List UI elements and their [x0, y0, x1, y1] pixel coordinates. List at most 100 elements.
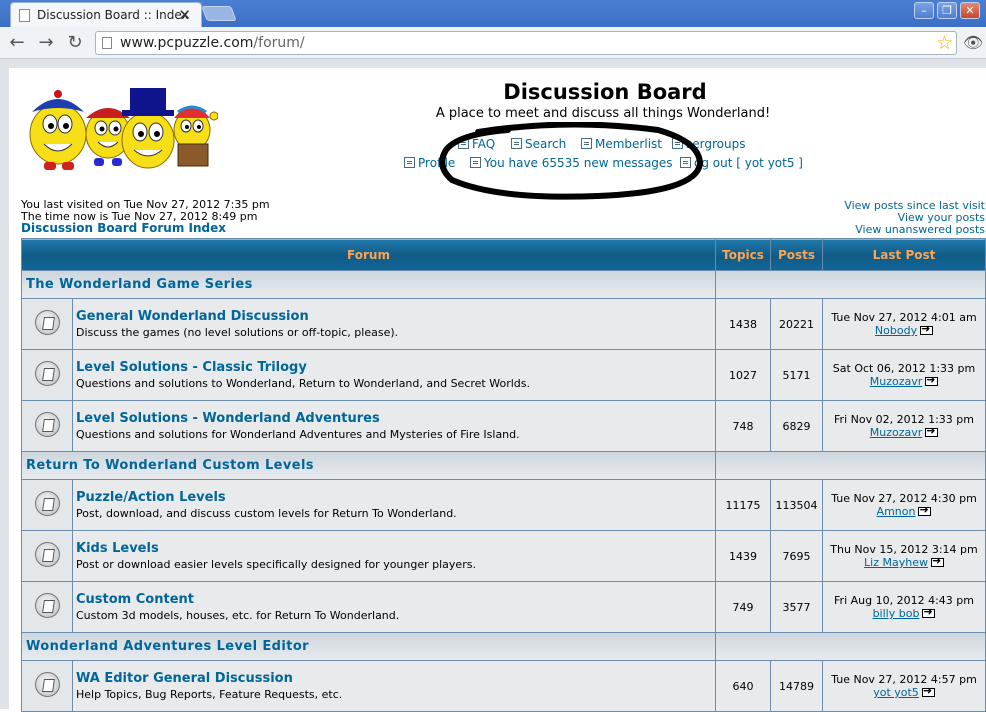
last-post-date: Fri Aug 10, 2012 4:43 pm — [834, 594, 974, 607]
last-post-user-link[interactable]: Amnon — [877, 505, 916, 518]
topics-count: 748 — [716, 401, 771, 451]
last-post-date: Tue Nov 27, 2012 4:57 pm — [831, 673, 977, 686]
forum-name-link[interactable]: WA Editor General Discussion — [76, 671, 712, 686]
topics-count: 11175 — [716, 480, 771, 530]
forum-table: Forum Topics Posts Last Post The Wonderl… — [21, 238, 986, 712]
forum-description: Post, download, and discuss custom level… — [76, 507, 457, 520]
goto-last-post-icon[interactable] — [920, 322, 934, 335]
last-post-cell: Fri Nov 02, 2012 1:33 pm Muzozavr — [823, 401, 986, 451]
forum-description: Post or download easier levels specifica… — [76, 558, 476, 571]
forum-info-cell: WA Editor General Discussion Help Topics… — [73, 661, 716, 711]
last-post-user-link[interactable]: Muzozavr — [870, 426, 923, 439]
forum-column-header: Forum — [22, 239, 716, 270]
category-row: The Wonderland Game Series — [22, 271, 986, 298]
last-post-cell: Tue Nov 27, 2012 4:30 pm Amnon — [823, 480, 986, 530]
posts-count: 14789 — [771, 661, 823, 711]
topics-count: 1439 — [716, 531, 771, 581]
forum-name-link[interactable]: General Wonderland Discussion — [76, 309, 712, 324]
category-filler — [716, 452, 986, 479]
goto-last-post-icon[interactable] — [925, 373, 939, 386]
site-title: Discussion Board — [503, 80, 707, 104]
last-post-user-link[interactable]: billy bob — [873, 607, 920, 620]
forum-status-cell — [22, 299, 72, 349]
profile-icon — [404, 157, 415, 168]
forum-description: Help Topics, Bug Reports, Feature Reques… — [76, 688, 343, 701]
posts-count: 5171 — [771, 350, 823, 400]
posts-count: 113504 — [771, 480, 823, 530]
table-header-row: Forum Topics Posts Last Post — [22, 239, 986, 270]
forum-status-cell — [22, 582, 72, 632]
last-post-cell: Tue Nov 27, 2012 4:01 am Nobody — [823, 299, 986, 349]
last-post-date: Tue Nov 27, 2012 4:01 am — [831, 311, 977, 324]
last-post-user-link[interactable]: Nobody — [875, 324, 917, 337]
forum-row: Level Solutions - Classic Trilogy Questi… — [22, 350, 986, 400]
forum-status-cell — [22, 480, 72, 530]
site-logo[interactable] — [20, 82, 218, 174]
forum-name-link[interactable]: Level Solutions - Classic Trilogy — [76, 360, 712, 375]
forum-info-cell: General Wonderland Discussion Discuss th… — [73, 299, 716, 349]
forum-folder-icon — [34, 310, 60, 335]
last-post-date: Tue Nov 27, 2012 4:30 pm — [831, 492, 977, 505]
forum-description: Questions and solutions to Wonderland, R… — [76, 377, 530, 390]
last-post-user-link[interactable]: Muzozavr — [870, 375, 923, 388]
last-post-date: Sat Oct 06, 2012 1:33 pm — [832, 362, 976, 375]
forum-row: Puzzle/Action Levels Post, download, and… — [22, 480, 986, 530]
topics-count: 640 — [716, 661, 771, 711]
posts-count: 3577 — [771, 582, 823, 632]
forum-description: Custom 3d models, houses, etc. for Retur… — [76, 609, 400, 622]
forum-folder-icon — [34, 412, 60, 437]
site-description: A place to meet and discuss all things W… — [435, 106, 771, 121]
view-unanswered-posts-link[interactable]: View unanswered posts — [855, 223, 985, 236]
forum-status-cell — [22, 531, 72, 581]
goto-last-post-icon[interactable] — [921, 684, 935, 697]
category-title-link[interactable]: Wonderland Adventures Level Editor — [23, 639, 309, 654]
topics-column-header: Topics — [716, 239, 771, 270]
goto-last-post-icon[interactable] — [918, 503, 932, 516]
last-post-user-link[interactable]: Liz Mayhew — [864, 556, 928, 569]
forum-name-link[interactable]: Custom Content — [76, 592, 712, 607]
last-post-date: Fri Nov 02, 2012 1:33 pm — [834, 413, 974, 426]
last-post-column-header: Last Post — [823, 239, 986, 270]
last-post-user-link[interactable]: yot yot5 — [873, 686, 919, 699]
forum-info-cell: Custom Content Custom 3d models, houses,… — [73, 582, 716, 632]
posts-count: 7695 — [771, 531, 823, 581]
last-post-cell: Tue Nov 27, 2012 4:57 pm yot yot5 — [823, 661, 986, 711]
posts-count: 6829 — [771, 401, 823, 451]
goto-last-post-icon[interactable] — [925, 424, 939, 437]
forum-folder-icon — [34, 491, 60, 516]
topics-count: 749 — [716, 582, 771, 632]
hand-drawn-circle — [439, 122, 704, 200]
forum-row: WA Editor General Discussion Help Topics… — [22, 661, 986, 711]
forum-folder-icon — [34, 361, 60, 386]
topics-count: 1438 — [716, 299, 771, 349]
category-filler — [716, 633, 986, 660]
goto-last-post-icon[interactable] — [930, 554, 944, 567]
forum-description: Discuss the games (no level solutions or… — [76, 326, 399, 339]
topics-count: 1027 — [716, 350, 771, 400]
last-post-cell: Thu Nov 15, 2012 3:14 pm Liz Mayhew — [823, 531, 986, 581]
last-post-cell: Sat Oct 06, 2012 1:33 pm Muzozavr — [823, 350, 986, 400]
forum-folder-icon — [34, 542, 60, 567]
forum-index-link[interactable]: Discussion Board Forum Index — [21, 221, 226, 235]
forum-name-link[interactable]: Kids Levels — [76, 541, 712, 556]
category-title-link[interactable]: Return To Wonderland Custom Levels — [23, 458, 314, 473]
forum-row: Level Solutions - Wonderland Adventures … — [22, 401, 986, 451]
forum-info-cell: Level Solutions - Wonderland Adventures … — [73, 401, 716, 451]
forum-name-link[interactable]: Level Solutions - Wonderland Adventures — [76, 411, 712, 426]
posts-count: 20221 — [771, 299, 823, 349]
last-post-date: Thu Nov 15, 2012 3:14 pm — [830, 543, 978, 556]
forum-info-cell: Puzzle/Action Levels Post, download, and… — [73, 480, 716, 530]
forum-folder-icon — [34, 593, 60, 618]
forum-status-cell — [22, 401, 72, 451]
posts-column-header: Posts — [771, 239, 823, 270]
goto-last-post-icon[interactable] — [922, 605, 936, 618]
forum-name-link[interactable]: Puzzle/Action Levels — [76, 490, 712, 505]
forum-status-cell — [22, 661, 72, 711]
forum-folder-icon — [34, 672, 60, 697]
category-title-link[interactable]: The Wonderland Game Series — [23, 277, 253, 292]
category-row: Return To Wonderland Custom Levels — [22, 452, 986, 479]
forum-row: Custom Content Custom 3d models, houses,… — [22, 582, 986, 632]
last-post-cell: Fri Aug 10, 2012 4:43 pm billy bob — [823, 582, 986, 632]
category-filler — [716, 271, 986, 298]
forum-row: Kids Levels Post or download easier leve… — [22, 531, 986, 581]
